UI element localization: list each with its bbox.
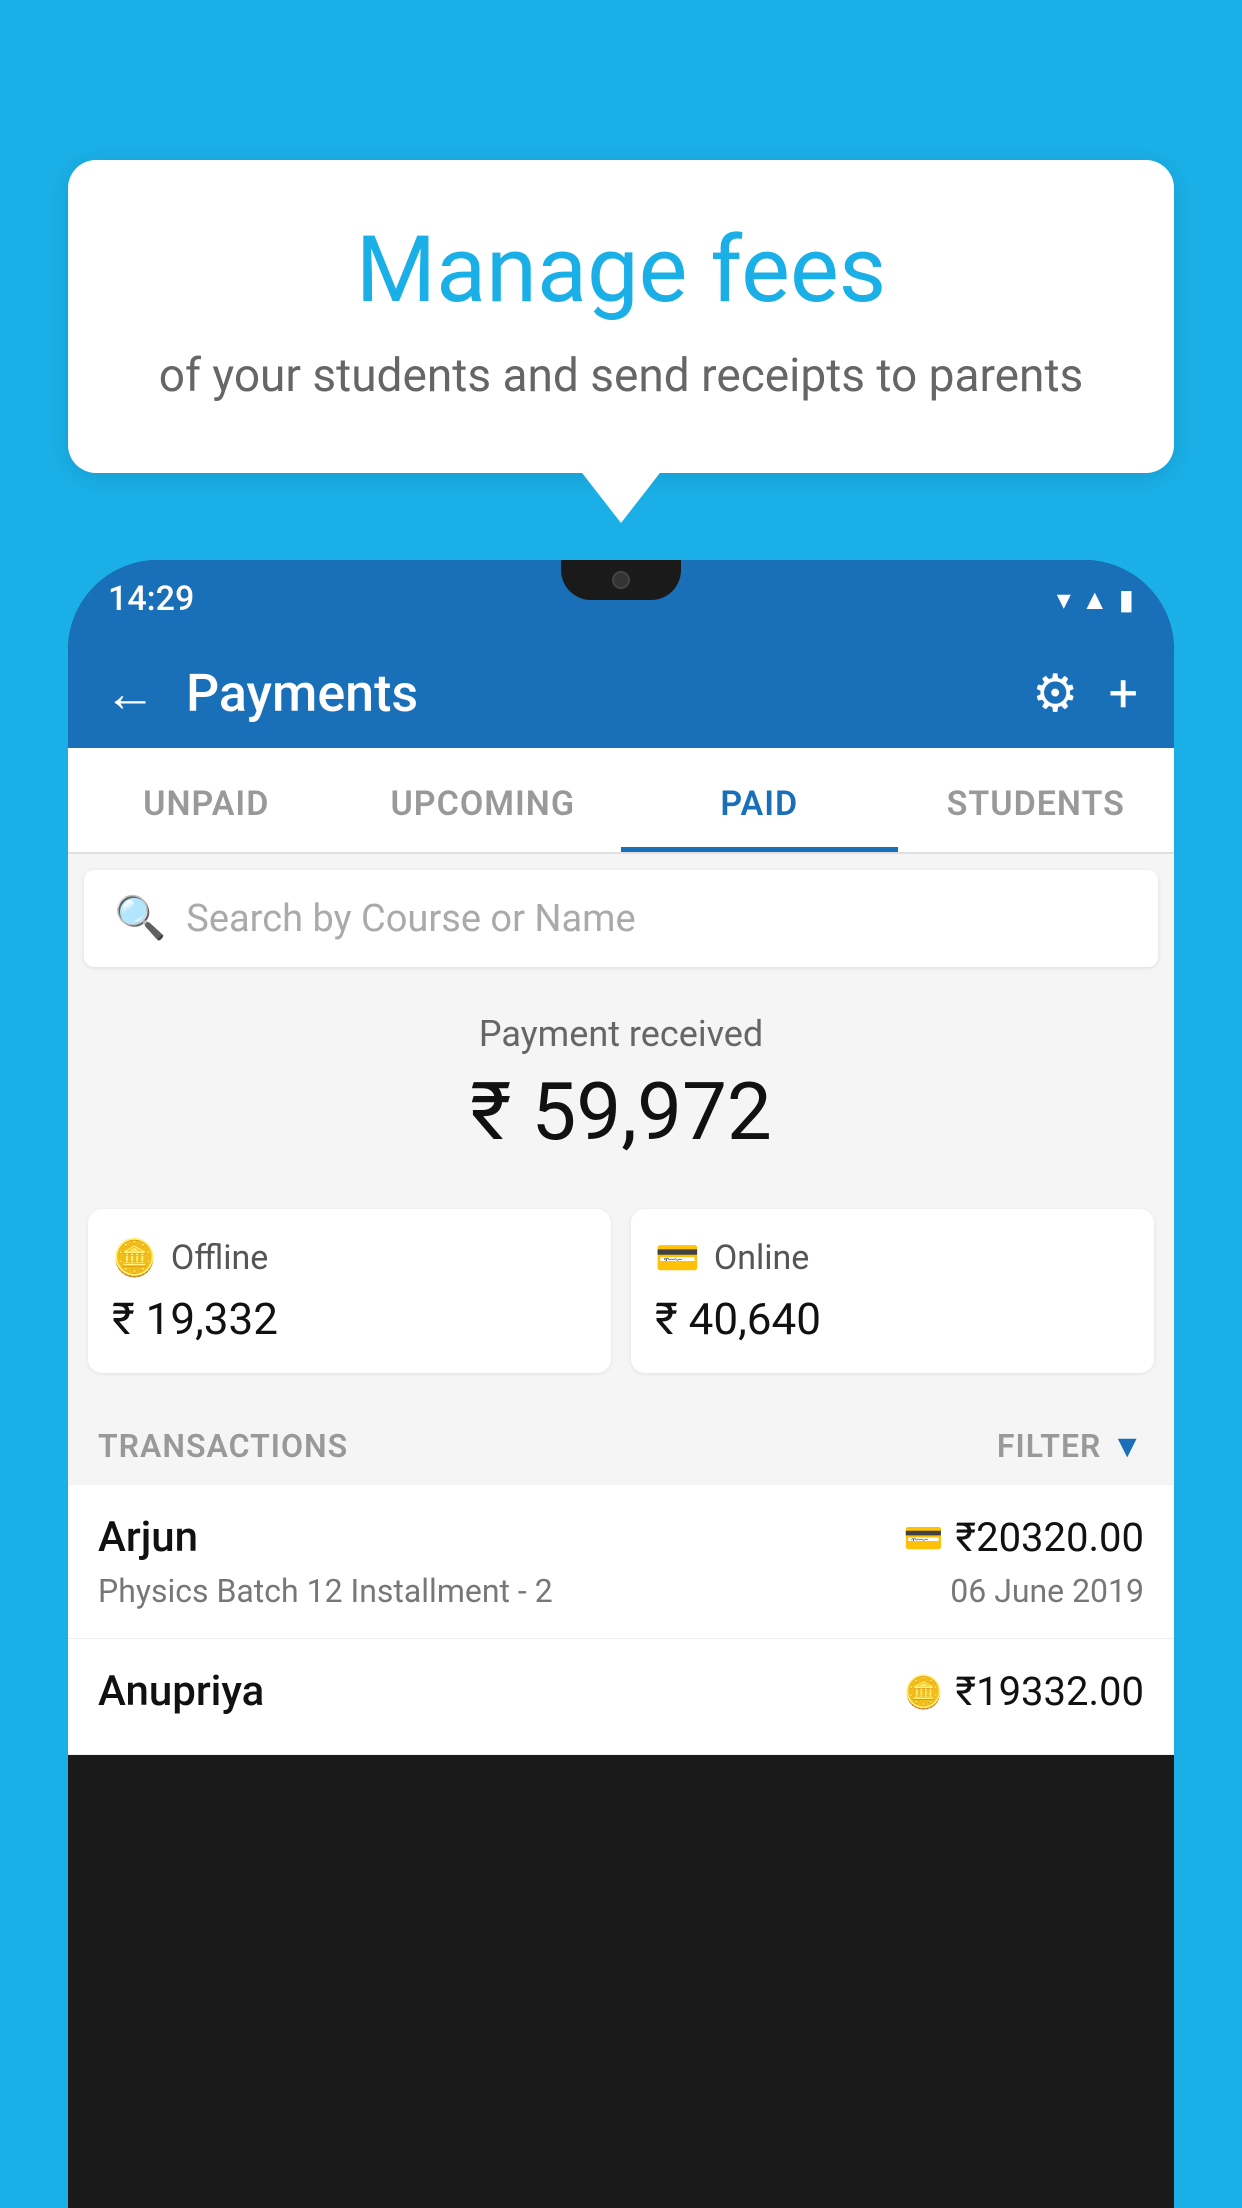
transaction-amount-wrap: 🪙 ₹19332.00 xyxy=(904,1668,1144,1715)
online-amount: ₹ 40,640 xyxy=(655,1293,1130,1345)
transaction-name: Arjun xyxy=(98,1513,198,1562)
payment-cards: 🪙 Offline ₹ 19,332 💳 Online ₹ 40,640 xyxy=(68,1209,1174,1403)
search-icon: 🔍 xyxy=(114,894,166,943)
transaction-row2: Physics Batch 12 Installment - 2 06 June… xyxy=(98,1572,1144,1610)
offline-card-header: 🪙 Offline xyxy=(112,1237,587,1279)
filter-button[interactable]: FILTER ▼ xyxy=(997,1427,1144,1465)
offline-amount: ₹ 19,332 xyxy=(112,1293,587,1345)
offline-icon: 🪙 xyxy=(112,1237,157,1279)
camera-dot xyxy=(612,571,630,589)
filter-icon: ▼ xyxy=(1111,1427,1144,1465)
app-bar-title: Payments xyxy=(186,663,1002,724)
status-time: 14:29 xyxy=(108,579,194,619)
offline-payment-icon: 🪙 xyxy=(904,1673,944,1711)
offline-card: 🪙 Offline ₹ 19,332 xyxy=(88,1209,611,1373)
app-bar-actions: ⚙ + xyxy=(1032,663,1138,724)
transaction-row1: Arjun 💳 ₹20320.00 xyxy=(98,1513,1144,1562)
phone-frame: 14:29 ▾ ▲ ▮ ← Payments ⚙ + UNPAID UPCOMI… xyxy=(68,560,1174,2208)
back-button[interactable]: ← xyxy=(104,663,156,724)
speech-bubble: Manage fees of your students and send re… xyxy=(68,160,1174,473)
tab-paid[interactable]: PAID xyxy=(621,748,898,852)
offline-label: Offline xyxy=(171,1238,268,1278)
payment-summary: Payment received ₹ 59,972 xyxy=(68,983,1174,1209)
transaction-course: Physics Batch 12 Installment - 2 xyxy=(98,1572,553,1610)
signal-icon: ▲ xyxy=(1081,583,1109,616)
online-card: 💳 Online ₹ 40,640 xyxy=(631,1209,1154,1373)
online-icon: 💳 xyxy=(655,1237,700,1279)
transactions-label: TRANSACTIONS xyxy=(98,1427,348,1465)
payment-total-amount: ₹ 59,972 xyxy=(98,1065,1144,1159)
transaction-row1: Anupriya 🪙 ₹19332.00 xyxy=(98,1667,1144,1716)
add-icon[interactable]: + xyxy=(1108,663,1138,724)
status-bar: 14:29 ▾ ▲ ▮ xyxy=(68,560,1174,638)
transaction-amount: ₹19332.00 xyxy=(955,1668,1144,1715)
online-label: Online xyxy=(714,1238,810,1278)
transaction-item[interactable]: Anupriya 🪙 ₹19332.00 xyxy=(68,1639,1174,1755)
online-payment-icon: 💳 xyxy=(904,1519,944,1557)
transactions-header: TRANSACTIONS FILTER ▼ xyxy=(68,1403,1174,1485)
search-input[interactable]: Search by Course or Name xyxy=(186,897,635,941)
transaction-amount-wrap: 💳 ₹20320.00 xyxy=(904,1514,1144,1561)
transaction-item[interactable]: Arjun 💳 ₹20320.00 Physics Batch 12 Insta… xyxy=(68,1485,1174,1639)
tab-students[interactable]: STUDENTS xyxy=(898,748,1175,852)
wifi-icon: ▾ xyxy=(1057,583,1071,616)
bubble-title: Manage fees xyxy=(108,220,1134,321)
transaction-amount: ₹20320.00 xyxy=(955,1514,1144,1561)
payment-received-label: Payment received xyxy=(98,1013,1144,1055)
transaction-name: Anupriya xyxy=(98,1667,264,1716)
filter-label: FILTER xyxy=(997,1427,1101,1465)
bubble-subtitle: of your students and send receipts to pa… xyxy=(108,349,1134,403)
search-bar[interactable]: 🔍 Search by Course or Name xyxy=(84,870,1158,967)
phone-screen: 🔍 Search by Course or Name Payment recei… xyxy=(68,854,1174,1755)
online-card-header: 💳 Online xyxy=(655,1237,1130,1279)
app-bar: ← Payments ⚙ + xyxy=(68,638,1174,748)
tab-bar: UNPAID UPCOMING PAID STUDENTS xyxy=(68,748,1174,854)
status-icons: ▾ ▲ ▮ xyxy=(1057,583,1134,616)
battery-icon: ▮ xyxy=(1119,583,1134,616)
phone-notch xyxy=(561,560,681,600)
settings-icon[interactable]: ⚙ xyxy=(1032,663,1079,724)
tab-upcoming[interactable]: UPCOMING xyxy=(345,748,622,852)
transaction-date: 06 June 2019 xyxy=(950,1572,1144,1610)
tab-unpaid[interactable]: UNPAID xyxy=(68,748,345,852)
